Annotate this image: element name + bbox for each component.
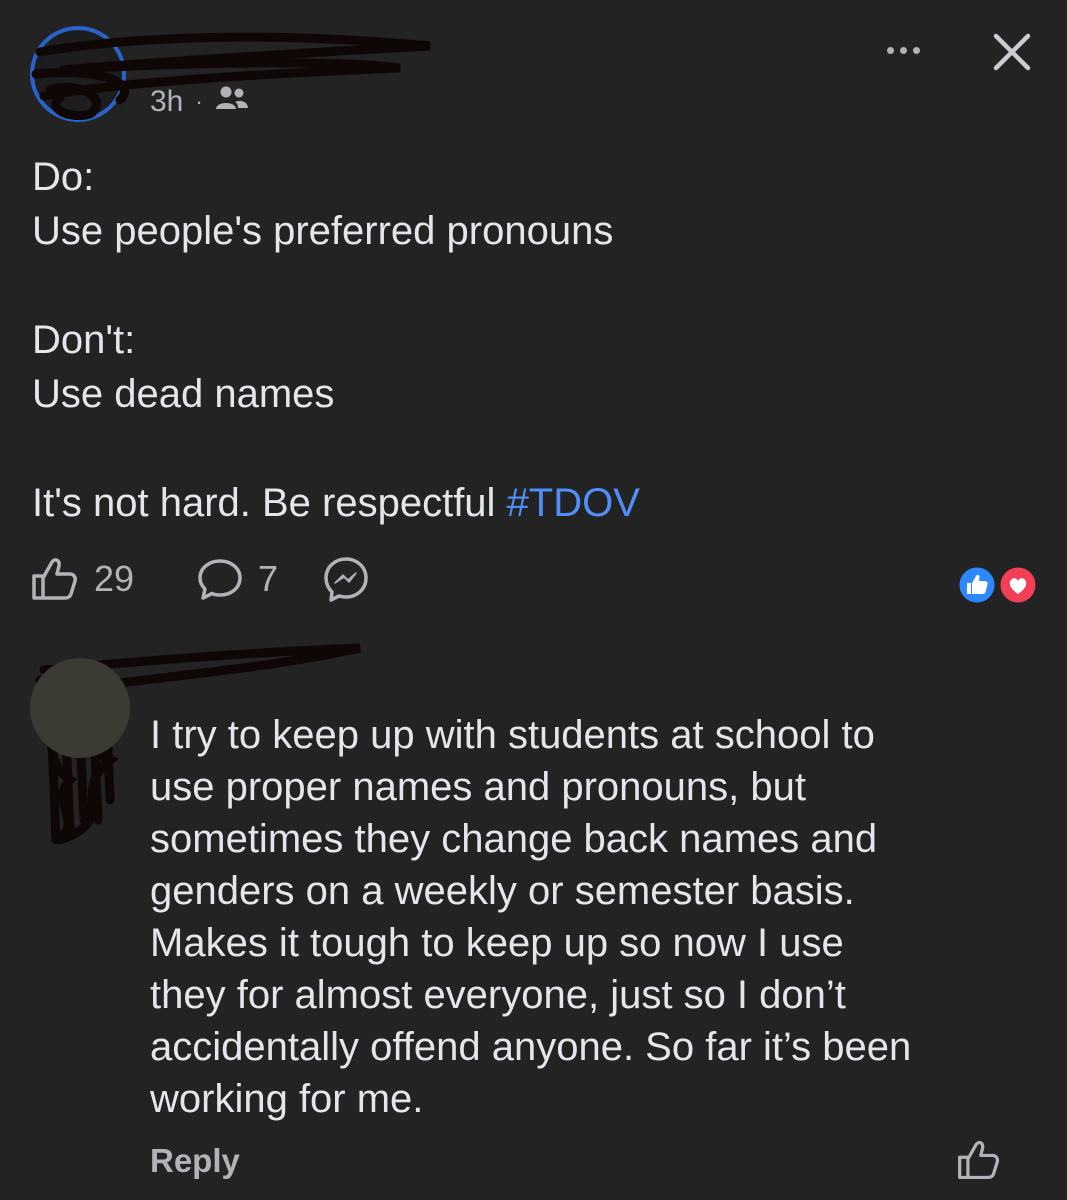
close-button[interactable] (986, 26, 1038, 78)
post-meta: 3h · (150, 84, 249, 120)
post-blank-line (32, 421, 1032, 476)
like-reaction-icon (956, 564, 998, 606)
comment-line: working for me. (150, 1077, 424, 1121)
comment-line: sometimes they change back names and (150, 817, 878, 861)
love-reaction-icon (997, 564, 1039, 606)
more-dot-icon (912, 46, 920, 54)
post-actions: 29 7 (30, 554, 370, 604)
commenter-avatar[interactable] (30, 658, 130, 758)
more-options-button[interactable] (878, 30, 928, 70)
post-line: It's not hard. Be respectful (32, 481, 507, 525)
reaction-summary[interactable] (956, 564, 1040, 606)
post-time[interactable]: 3h (150, 85, 183, 119)
like-count: 29 (94, 558, 135, 599)
post-line: Don't: (32, 318, 136, 362)
comment-line: they for almost everyone, just so I don’… (150, 973, 846, 1017)
post-line: Use dead names (32, 372, 335, 416)
thumbs-up-icon (958, 1140, 1000, 1180)
like-button[interactable]: 29 (30, 556, 134, 602)
comment-line: Makes it tough to keep up so now I use (150, 921, 844, 965)
messenger-icon (324, 557, 368, 602)
post-text: Do: Use people's preferred pronouns Don'… (32, 150, 1032, 530)
meta-separator: · (195, 89, 203, 114)
comment-line: use proper names and pronouns, but (150, 765, 806, 809)
comment-button[interactable]: 7 (196, 556, 278, 602)
messenger-share-button[interactable] (322, 555, 370, 603)
comment-icon (198, 559, 242, 600)
comment-line: genders on a weekly or semester basis. (150, 869, 855, 913)
comment-line: I try to keep up with students at school… (150, 713, 875, 757)
more-dot-icon (899, 46, 907, 54)
more-dot-icon (886, 46, 894, 54)
friends-icon (215, 84, 249, 120)
close-icon (993, 33, 1031, 71)
post-line: Use people's preferred pronouns (32, 209, 614, 253)
comment-line: accidentally offend anyone. So far it’s … (150, 1025, 912, 1069)
post-author-avatar[interactable] (30, 26, 126, 122)
post-blank-line (32, 258, 1032, 313)
reply-button[interactable]: Reply (150, 1142, 240, 1180)
comment-count: 7 (258, 558, 279, 599)
hashtag-link[interactable]: #TDOV (507, 481, 640, 525)
thumbs-up-icon (32, 558, 77, 600)
post-line: Do: (32, 155, 95, 199)
comment-like-button[interactable] (956, 1138, 1000, 1182)
post-line-last: It's not hard. Be respectful #TDOV (32, 476, 1032, 530)
comment-text: I try to keep up with students at school… (150, 709, 1030, 1125)
